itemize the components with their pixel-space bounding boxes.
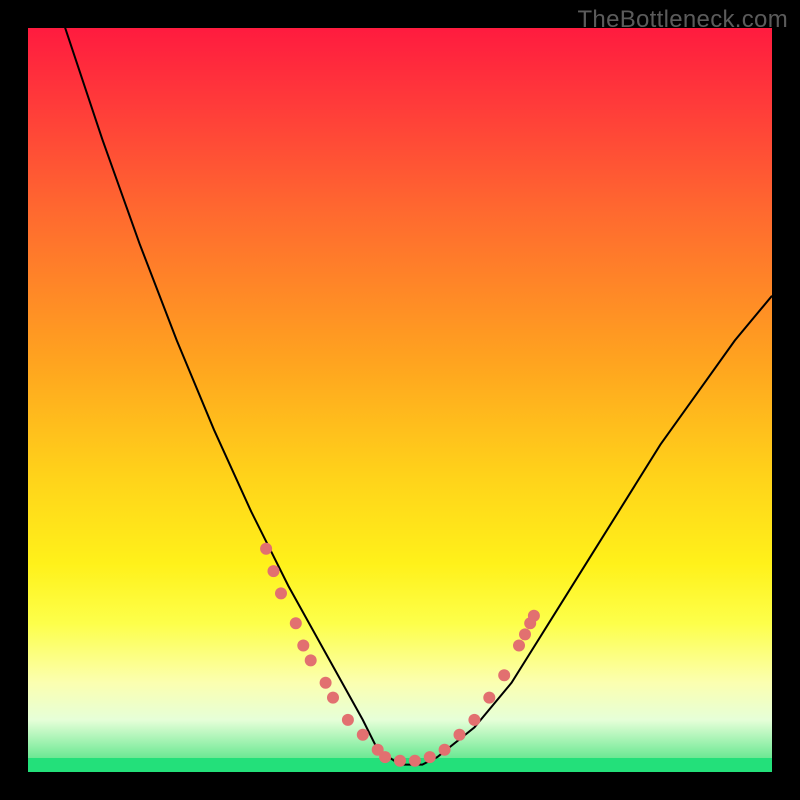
data-point bbox=[379, 751, 391, 763]
bottleneck-curve bbox=[28, 28, 772, 765]
data-point bbox=[268, 565, 280, 577]
data-point bbox=[468, 714, 480, 726]
watermark-text: TheBottleneck.com bbox=[577, 6, 788, 34]
data-point bbox=[342, 714, 354, 726]
data-point bbox=[409, 755, 421, 767]
data-point bbox=[305, 654, 317, 666]
data-point bbox=[320, 677, 332, 689]
data-point bbox=[394, 755, 406, 767]
data-point bbox=[528, 610, 540, 622]
data-point bbox=[424, 751, 436, 763]
data-point bbox=[357, 729, 369, 741]
data-point bbox=[513, 640, 525, 652]
data-point bbox=[297, 640, 309, 652]
data-point bbox=[483, 692, 495, 704]
data-point bbox=[439, 744, 451, 756]
data-point bbox=[290, 617, 302, 629]
data-point bbox=[498, 669, 510, 681]
data-point bbox=[275, 587, 287, 599]
data-point bbox=[519, 628, 531, 640]
data-points-group bbox=[260, 543, 540, 767]
curve-group bbox=[28, 28, 772, 765]
data-point bbox=[260, 543, 272, 555]
chart-svg bbox=[28, 28, 772, 772]
data-point bbox=[454, 729, 466, 741]
data-point bbox=[327, 692, 339, 704]
